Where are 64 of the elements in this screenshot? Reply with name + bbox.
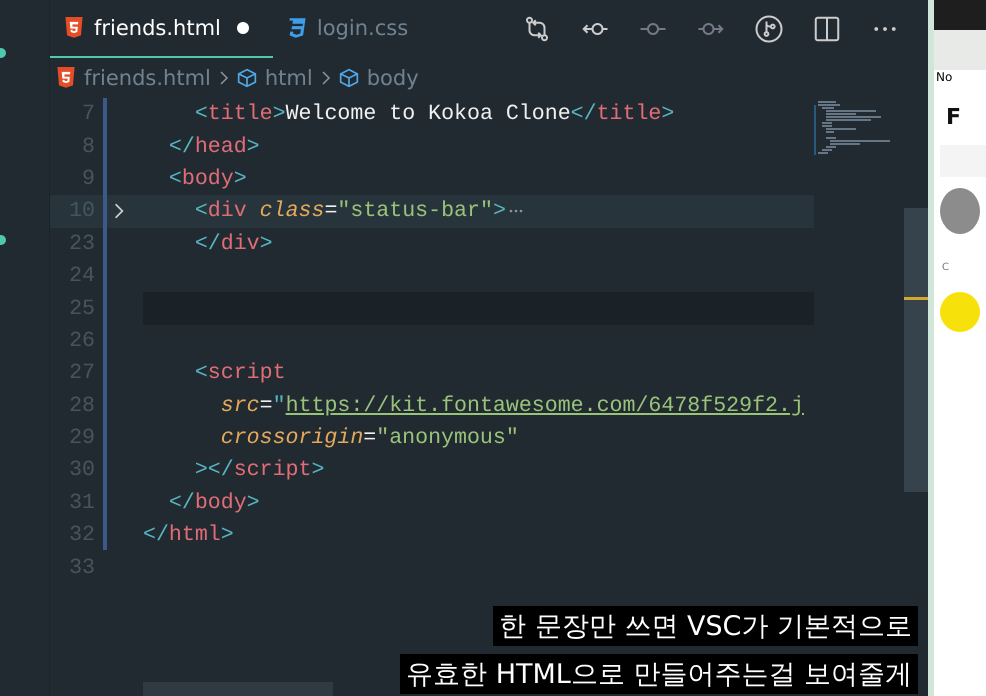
- code-punctuation: <: [168, 166, 182, 191]
- code-tag: html: [168, 523, 221, 548]
- split-editor-icon[interactable]: [812, 14, 842, 44]
- code-text: =: [363, 426, 376, 450]
- code-punctuation: ></: [194, 458, 234, 482]
- code-punctuation: >: [661, 102, 674, 126]
- code-attribute: src: [220, 394, 260, 418]
- subtitle-caption: 한 문장만 쓰면 VSC가 기본적으로: [493, 606, 918, 646]
- code-string: "anonymous": [376, 426, 519, 450]
- breadcrumb-item[interactable]: html: [264, 66, 313, 90]
- code-tag: head: [194, 134, 247, 159]
- editor-tab[interactable]: friends.html: [50, 0, 273, 58]
- code-tag: title: [208, 102, 273, 126]
- code-punctuation: <: [194, 361, 208, 386]
- editor-tab[interactable]: login.css: [272, 0, 432, 58]
- code-punctuation: >: [260, 232, 273, 256]
- code-tag: body: [194, 490, 247, 515]
- page-heading: F: [946, 105, 962, 130]
- cube-icon: [338, 67, 359, 89]
- avatar-circle: [940, 292, 980, 332]
- code-punctuation: <: [194, 102, 208, 126]
- code-tag: title: [596, 102, 662, 126]
- code-punctuation: >: [311, 458, 324, 482]
- code-punctuation: <: [194, 199, 208, 224]
- code-text: =: [260, 394, 273, 418]
- code-text: =: [324, 199, 338, 224]
- code-attribute: crossorigin: [220, 426, 364, 450]
- code-punctuation: >: [246, 490, 260, 515]
- code-tag: body: [182, 166, 234, 191]
- css-file-icon: [286, 17, 307, 39]
- code-punctuation: >: [246, 134, 260, 159]
- code-text: Welcome to Kokoa Clone: [286, 102, 571, 126]
- breadcrumb-item[interactable]: body: [366, 66, 419, 90]
- code-punctuation: </: [570, 102, 597, 126]
- page-text: No: [936, 70, 952, 84]
- subtitle-caption: 유효한 HTML으로 만들어주는걸 보여줄게: [400, 654, 918, 694]
- html-file-icon: [56, 67, 76, 89]
- code-tag: script: [234, 458, 312, 482]
- fold-chevron-icon[interactable]: [113, 202, 125, 220]
- cube-icon: [236, 67, 257, 89]
- code-punctuation: ": [272, 394, 286, 418]
- code-tag: div: [208, 199, 247, 224]
- code-punctuation: >: [272, 102, 286, 126]
- chevron-icon: [218, 70, 229, 86]
- code-punctuation: >: [234, 166, 247, 191]
- code-punctuation: </: [168, 134, 195, 159]
- code-punctuation: </: [168, 490, 195, 515]
- code-attribute: class: [258, 199, 324, 224]
- chevron-icon: [320, 70, 331, 86]
- code-punctuation: </: [143, 523, 169, 548]
- scrollbar-thumb[interactable]: [904, 208, 928, 492]
- html-file-icon: [64, 17, 84, 39]
- cursor-position-marker: [904, 297, 928, 300]
- code-tag: script: [208, 361, 286, 386]
- folded-ellipsis-icon[interactable]: [508, 207, 523, 216]
- section-label: C: [942, 262, 949, 273]
- code-punctuation: </: [194, 232, 221, 256]
- code-punctuation: >: [220, 523, 234, 548]
- code-string: "status-bar": [337, 199, 493, 224]
- code-tag: div: [220, 232, 260, 256]
- avatar-placeholder: [940, 188, 980, 234]
- breadcrumb-item[interactable]: friends.html: [84, 66, 211, 90]
- git-branch-icon[interactable]: [754, 14, 784, 44]
- code-punctuation: >: [492, 199, 506, 224]
